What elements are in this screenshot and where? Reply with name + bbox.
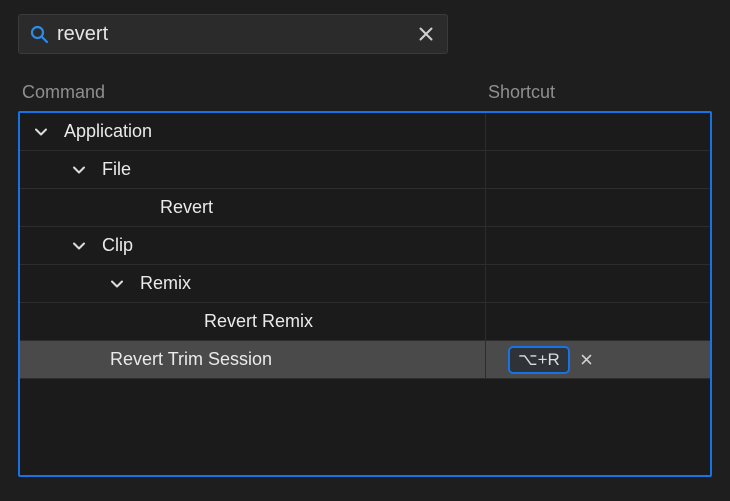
tree-label: Revert — [160, 197, 213, 218]
tree-row-revert-trim-session[interactable]: Revert Trim Session ⌥+R — [20, 341, 710, 379]
shortcut-cell[interactable] — [486, 303, 710, 340]
clear-search-icon[interactable] — [415, 23, 437, 45]
tree-row-file[interactable]: File — [20, 151, 710, 189]
tree-label: Revert Remix — [204, 311, 313, 332]
tree-row-revert[interactable]: Revert — [20, 189, 710, 227]
tree-row-remix[interactable]: Remix — [20, 265, 710, 303]
header-shortcut[interactable]: Shortcut — [488, 82, 708, 103]
tree-row-clip[interactable]: Clip — [20, 227, 710, 265]
shortcut-chip[interactable]: ⌥+R — [508, 346, 570, 374]
column-headers: Command Shortcut — [18, 82, 712, 111]
shortcut-text: ⌥+R — [518, 350, 560, 370]
chevron-down-icon[interactable] — [110, 277, 124, 291]
shortcut-cell[interactable] — [486, 189, 710, 226]
header-command[interactable]: Command — [22, 82, 488, 103]
shortcut-cell[interactable]: ⌥+R — [486, 341, 710, 378]
search-icon — [29, 24, 49, 44]
remove-shortcut-icon[interactable] — [580, 353, 594, 367]
tree-label: File — [102, 159, 131, 180]
search-field[interactable] — [18, 14, 448, 54]
tree-label: Revert Trim Session — [110, 349, 272, 370]
tree-row-application[interactable]: Application — [20, 113, 710, 151]
tree-label: Application — [64, 121, 152, 142]
chevron-down-icon[interactable] — [72, 239, 86, 253]
chevron-down-icon[interactable] — [34, 125, 48, 139]
tree-row-revert-remix[interactable]: Revert Remix — [20, 303, 710, 341]
chevron-down-icon[interactable] — [72, 163, 86, 177]
tree-label: Clip — [102, 235, 133, 256]
command-tree[interactable]: Application File Revert Clip — [18, 111, 712, 477]
search-input[interactable] — [49, 15, 415, 53]
tree-label: Remix — [140, 273, 191, 294]
